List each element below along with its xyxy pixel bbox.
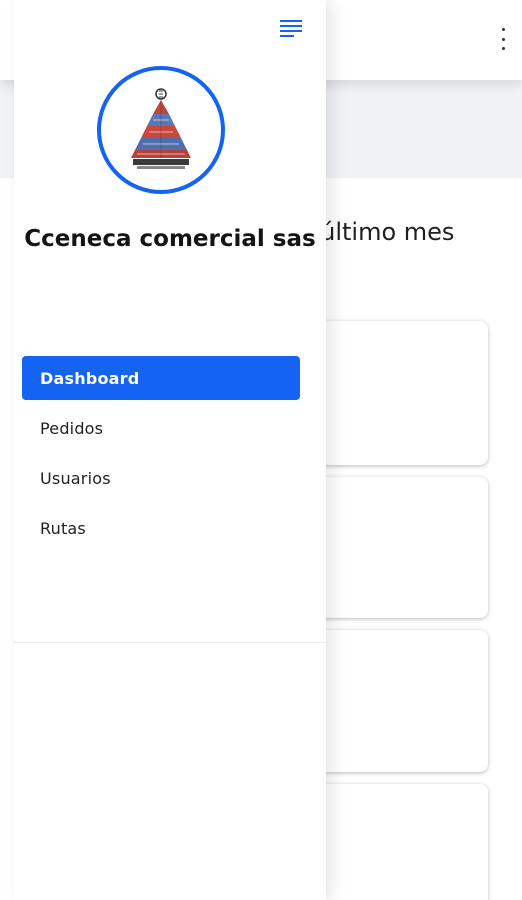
company-name: Cceneca comercial sas <box>24 226 316 252</box>
navigation-drawer: Cceneca comercial sas Dashboard Pedidos … <box>14 0 326 900</box>
sidebar-item-usuarios[interactable]: Usuarios <box>22 456 300 500</box>
sidebar-nav: Dashboard Pedidos Usuarios Rutas <box>22 356 300 556</box>
more-vertical-icon[interactable] <box>498 28 508 50</box>
stat-card[interactable] <box>300 784 488 900</box>
pyramid-logo-icon <box>131 88 191 169</box>
sidebar-item-rutas[interactable]: Rutas <box>22 506 300 550</box>
menu-icon[interactable] <box>280 18 304 38</box>
divider <box>14 642 326 643</box>
company-logo <box>97 66 225 194</box>
sidebar-item-dashboard[interactable]: Dashboard <box>22 356 300 400</box>
stat-card[interactable] <box>300 477 488 618</box>
stat-card[interactable] <box>300 630 488 772</box>
sidebar-item-pedidos[interactable]: Pedidos <box>22 406 300 450</box>
drawer-edge <box>0 182 14 342</box>
section-title: s último mes <box>300 218 455 246</box>
stat-card[interactable] <box>300 321 488 465</box>
